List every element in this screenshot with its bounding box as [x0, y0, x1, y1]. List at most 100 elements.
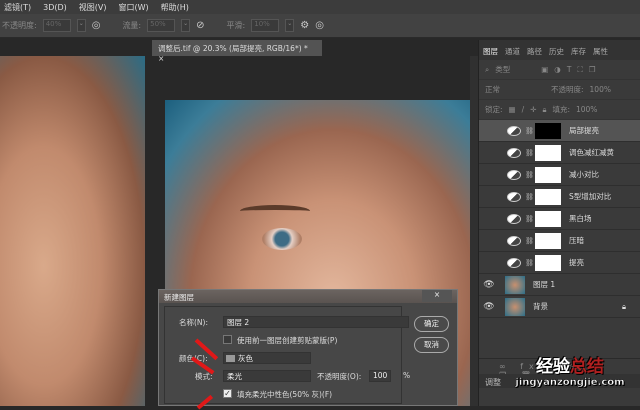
clip-mask-checkbox[interactable]	[223, 335, 232, 344]
close-icon[interactable]: ×	[422, 290, 452, 302]
tab-paths[interactable]: 路径	[527, 46, 542, 56]
color-select[interactable]: 灰色	[223, 352, 311, 364]
layer-name[interactable]: 图层 1	[533, 279, 640, 290]
lock-move-icon[interactable]: ✛	[530, 105, 536, 114]
layer-row[interactable]: ⛓ 局部提亮	[479, 120, 640, 142]
mode-select[interactable]: 柔光	[223, 370, 311, 382]
menu-filter[interactable]: 滤镜(T)	[4, 2, 31, 13]
link-icon[interactable]: ⛓	[525, 149, 535, 157]
adjustment-icon	[507, 147, 521, 158]
fill-neutral-label: 填充柔光中性色(50% 灰)(F)	[237, 390, 333, 399]
name-label: 名称(N):	[179, 318, 208, 327]
menu-help[interactable]: 帮助(H)	[161, 2, 189, 13]
layer-mask-thumbnail[interactable]	[535, 254, 561, 271]
layer-row[interactable]: 👁︎ 背景 🔒︎	[479, 296, 640, 318]
layer-filter-select[interactable]: 类型	[495, 64, 535, 75]
layer-row[interactable]: ⛓ S型增加对比	[479, 186, 640, 208]
layer-row[interactable]: ⛓ 减小对比	[479, 164, 640, 186]
layer-row[interactable]: 👁︎ 图层 1	[479, 274, 640, 296]
layer-name[interactable]: 背景	[533, 301, 622, 312]
fill-neutral-checkbox[interactable]: ✓	[223, 389, 232, 398]
link-icon[interactable]: ⛓	[525, 193, 535, 201]
lock-row: 锁定: ▦ / ✛ 🔒︎ 填充: 100%	[479, 100, 640, 120]
pressure-opacity-icon[interactable]: ◎	[92, 20, 101, 31]
opacity-label: 不透明度:	[551, 85, 584, 94]
tab-library[interactable]: 库存	[571, 46, 586, 56]
chevron-down-icon[interactable]: ⌄	[181, 19, 191, 32]
opacity-input[interactable]: 40%	[42, 19, 71, 32]
layer-mask-thumbnail[interactable]	[535, 210, 561, 227]
adjust-filter-icon[interactable]: ◑	[554, 65, 561, 74]
close-icon[interactable]: ×	[158, 54, 164, 63]
flow-input[interactable]: 50%	[147, 19, 176, 32]
blend-row: 正常 不透明度: 100%	[479, 80, 640, 100]
layer-mask-thumbnail[interactable]	[535, 232, 561, 249]
dialog-title: 新建图层	[164, 293, 194, 302]
lock-icon: 🔒︎	[622, 301, 626, 311]
flow-label: 流量:	[122, 21, 142, 30]
tab-layers[interactable]: 图层	[483, 46, 498, 56]
opacity-input[interactable]: 100	[369, 370, 391, 382]
lock-all-icon[interactable]: 🔒︎	[542, 105, 546, 115]
layer-row[interactable]: ⛓ 压暗	[479, 230, 640, 252]
fill-label: 填充:	[552, 105, 570, 114]
tab-channels[interactable]: 通道	[505, 46, 520, 56]
cancel-button[interactable]: 取消	[414, 337, 449, 353]
menu-window[interactable]: 窗口(W)	[119, 2, 149, 13]
name-input[interactable]: 图层 2	[223, 316, 409, 328]
menu-3d[interactable]: 3D(D)	[43, 3, 67, 12]
layer-row[interactable]: ⛓ 提亮	[479, 252, 640, 274]
blend-mode-select[interactable]: 正常	[485, 84, 545, 95]
layer-name[interactable]: 压暗	[569, 235, 640, 246]
layer-name[interactable]: 减小对比	[569, 169, 640, 180]
layer-name[interactable]: 提亮	[569, 257, 640, 268]
layer-filter-row: ⌕ 类型 ▣ ◑ T ⛶ ❐	[479, 60, 640, 80]
layer-thumbnail	[505, 275, 525, 294]
image-eye	[262, 228, 302, 250]
smart-filter-icon[interactable]: ❐	[589, 65, 596, 74]
fill-input[interactable]: 100%	[576, 105, 597, 114]
link-icon[interactable]: ⛓	[525, 259, 535, 267]
opacity-input[interactable]: 100%	[590, 85, 611, 94]
pressure-size-icon[interactable]: ◎	[315, 20, 324, 31]
layer-name[interactable]: 局部提亮	[569, 125, 640, 136]
layer-row[interactable]: ⛓ 调色减红减黄	[479, 142, 640, 164]
shape-filter-icon[interactable]: ⛶	[577, 65, 582, 75]
image-filter-icon[interactable]: ▣	[541, 65, 548, 74]
document-tab[interactable]: 调整后.tif @ 20.3% (局部提亮, RGB/16*) * ×	[152, 40, 322, 63]
gear-icon[interactable]: ⚙	[300, 20, 309, 31]
opacity-label: 不透明度(O):	[317, 372, 362, 381]
link-icon[interactable]: ⛓	[525, 127, 535, 135]
percent-label: %	[403, 371, 411, 380]
ok-button[interactable]: 确定	[414, 316, 449, 332]
options-bar: 不透明度: 40% ⌄ ◎ 流量: 50% ⌄ ⊘ 平滑: 10% ⌄ ⚙ ◎	[0, 14, 640, 38]
lock-transparent-icon[interactable]: ▦	[509, 105, 516, 114]
layer-mask-thumbnail[interactable]	[535, 188, 561, 205]
eye-icon[interactable]: 👁︎	[479, 302, 499, 312]
vertical-scrollbar[interactable]	[470, 56, 478, 406]
layer-name[interactable]: 黑白场	[569, 213, 640, 224]
eye-icon[interactable]: 👁︎	[479, 280, 499, 290]
layer-name[interactable]: 调色减红减黄	[569, 147, 640, 158]
tab-properties[interactable]: 属性	[593, 46, 608, 56]
type-filter-icon[interactable]: T	[567, 65, 572, 74]
chevron-down-icon[interactable]: ⌄	[76, 19, 86, 32]
panel-tabs: 图层 通道 路径 历史 库存 属性	[479, 40, 640, 60]
link-icon[interactable]: ⛓	[525, 237, 535, 245]
menu-view[interactable]: 视图(V)	[79, 2, 107, 13]
tab-history[interactable]: 历史	[549, 46, 564, 56]
layer-row[interactable]: ⛓ 黑白场	[479, 208, 640, 230]
gray-swatch	[226, 355, 235, 362]
smooth-label: 平滑:	[226, 21, 246, 30]
search-icon: ⌕	[485, 64, 490, 74]
smooth-input[interactable]: 10%	[251, 19, 280, 32]
airbrush-icon[interactable]: ⊘	[196, 20, 204, 31]
chevron-down-icon[interactable]: ⌄	[285, 19, 295, 32]
lock-brush-icon[interactable]: /	[522, 105, 525, 114]
layer-mask-thumbnail[interactable]	[535, 122, 561, 139]
link-icon[interactable]: ⛓	[525, 215, 535, 223]
layer-mask-thumbnail[interactable]	[535, 144, 561, 161]
link-icon[interactable]: ⛓	[525, 171, 535, 179]
layer-mask-thumbnail[interactable]	[535, 166, 561, 183]
layer-name[interactable]: S型增加对比	[569, 191, 640, 202]
